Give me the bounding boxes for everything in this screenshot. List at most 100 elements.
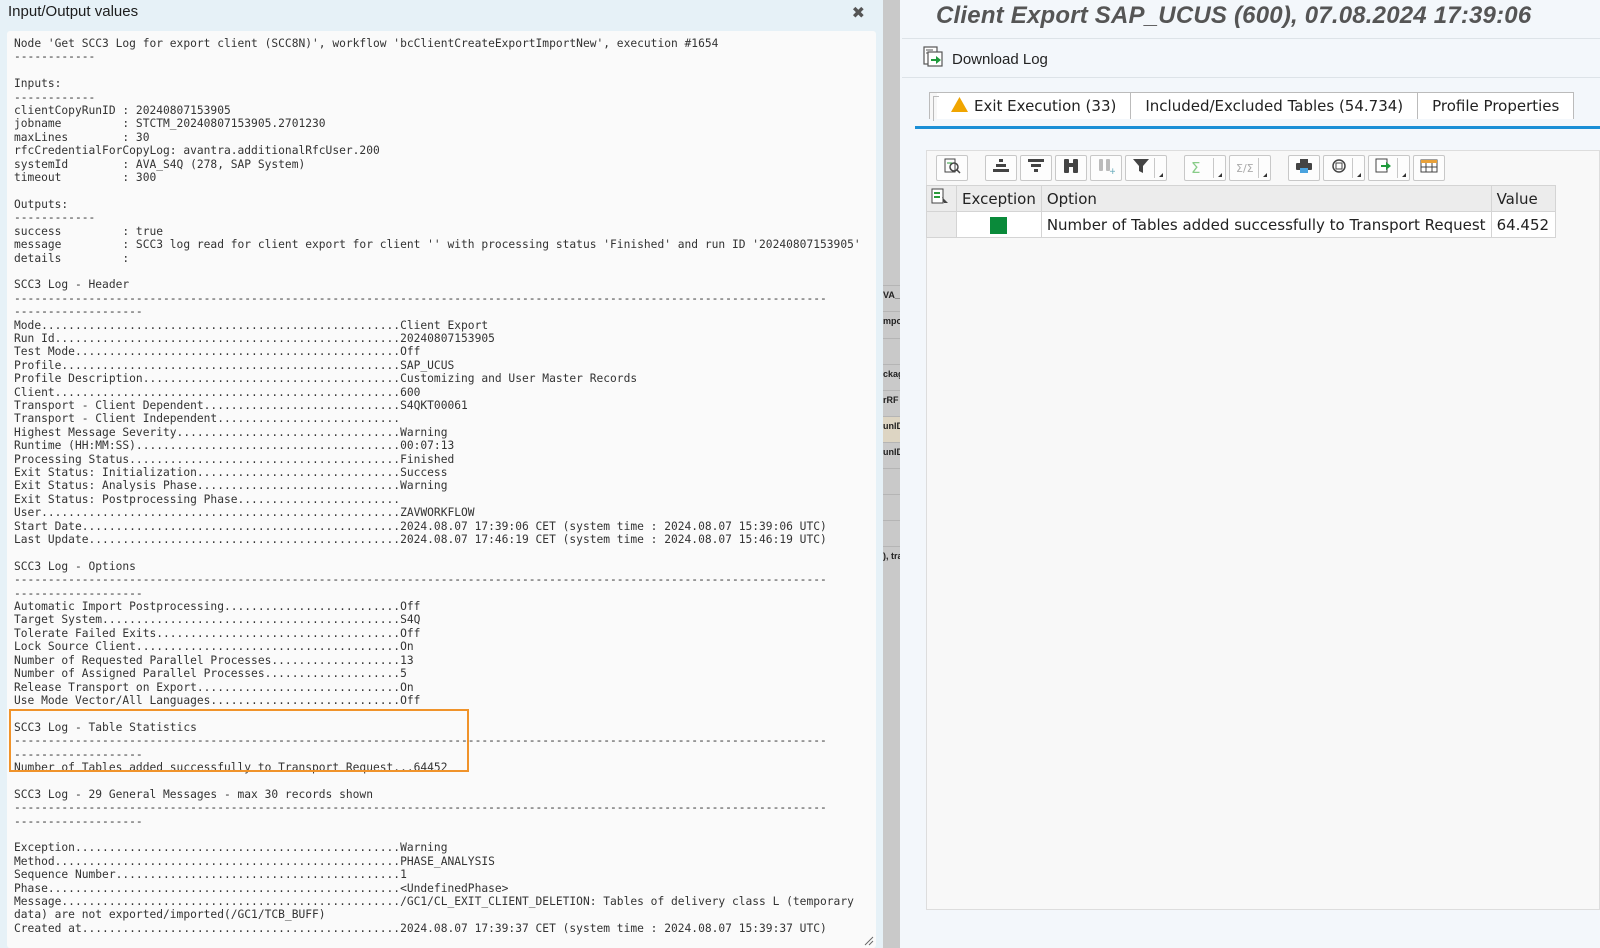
log-line: ------------------- — [14, 814, 143, 828]
tab-stack-icon[interactable] — [929, 92, 939, 121]
exception-cell — [956, 211, 1042, 238]
green-status-icon — [990, 216, 1008, 234]
log-line: jobname : STCTM_20240807153905.2701230 — [14, 117, 326, 131]
tab-label: Profile Properties — [1432, 97, 1560, 115]
tab-included-excluded-tables[interactable]: Included/Excluded Tables (54.734) — [1130, 92, 1419, 119]
column-header-exception[interactable]: Exception — [956, 185, 1042, 212]
log-line: Tolerate Failed Exits...................… — [14, 626, 421, 640]
log-line: ------------------- — [14, 305, 143, 319]
value-cell: 64.452 — [1490, 211, 1556, 238]
table-row[interactable]: Number of Tables added successfully to T… — [926, 211, 1556, 238]
log-line: Lock Source Client......................… — [14, 640, 414, 654]
log-line: Node 'Get SCC3 Log for export client (SC… — [14, 37, 719, 50]
log-line: ------------ — [14, 50, 96, 64]
log-line: Transport - Client Dependent............… — [14, 398, 468, 412]
view-button[interactable] — [1323, 155, 1365, 181]
background-row-fragment: rRF — [883, 390, 900, 416]
layout-button[interactable] — [1413, 155, 1445, 181]
log-line: Runtime (HH:MM:SS)......................… — [14, 439, 455, 453]
log-line: rfcCredentialForCopyLog: avantra.additio… — [14, 144, 380, 158]
log-line: ------------------- — [14, 747, 143, 761]
find-button[interactable] — [1055, 155, 1087, 181]
background-row-fragment — [883, 468, 900, 494]
background-row-fragment: mpo — [883, 311, 900, 337]
log-line: Processing Status.......................… — [14, 452, 455, 466]
log-line: User....................................… — [14, 506, 475, 520]
tab-label: Included/Excluded Tables (54.734) — [1145, 97, 1404, 115]
tab-exit-execution[interactable]: Exit Execution (33) — [936, 92, 1132, 119]
log-text-area[interactable]: Node 'Get SCC3 Log for export client (SC… — [7, 31, 876, 948]
log-line: message : SCC3 log read for client expor… — [14, 238, 861, 252]
sort-ascending-button[interactable] — [985, 155, 1017, 181]
log-line: Number of Assigned Parallel Processes...… — [14, 667, 407, 681]
details-icon — [943, 157, 961, 179]
log-line: Number of Requested Parallel Processes..… — [14, 653, 414, 667]
sum-button[interactable]: Σ — [1184, 155, 1226, 181]
view-icon — [1330, 158, 1348, 178]
log-line: Profile Description.....................… — [14, 372, 638, 386]
filter-button[interactable] — [1125, 155, 1167, 181]
print-icon — [1295, 158, 1313, 178]
log-line: SCC3 Log - Header — [14, 278, 130, 292]
column-header-option[interactable]: Option — [1040, 185, 1492, 212]
filter-icon — [1132, 158, 1150, 178]
resize-handle-icon[interactable] — [864, 936, 874, 946]
download-log-button[interactable]: Download Log — [922, 46, 1048, 72]
active-tab-indicator — [915, 126, 1600, 129]
print-button[interactable] — [1288, 155, 1320, 181]
dropdown-caret-icon — [1402, 173, 1406, 177]
select-all-button[interactable] — [926, 185, 957, 212]
export-button[interactable] — [1368, 155, 1410, 181]
log-line: clientCopyRunID : 20240807153905 — [14, 104, 231, 118]
tab-label: Exit Execution (33) — [974, 97, 1117, 115]
sort-descending-button[interactable] — [1020, 155, 1052, 181]
subtotal-button[interactable]: Σ/Σ — [1229, 155, 1271, 181]
log-line: details : — [14, 251, 130, 265]
background-row-fragment: ckag — [883, 364, 900, 390]
row-selector[interactable] — [926, 211, 957, 238]
divider — [902, 38, 1600, 39]
details-button[interactable] — [936, 155, 968, 181]
log-line: ----------------------------------------… — [14, 573, 827, 587]
input-output-dialog: Input/Output values ✖ Node 'Get SCC3 Log… — [0, 0, 883, 948]
log-line: Exit Status: Postprocessing Phase.......… — [14, 492, 401, 506]
grid-header-row: Exception Option Value — [926, 185, 1556, 212]
log-line: Profile.................................… — [14, 358, 455, 372]
tab-profile-properties[interactable]: Profile Properties — [1417, 92, 1575, 119]
log-line: Run Id..................................… — [14, 331, 495, 345]
background-row-fragment — [883, 520, 900, 546]
column-header-value[interactable]: Value — [1490, 185, 1556, 212]
log-line: ------------------- — [14, 586, 143, 600]
export-icon — [1375, 158, 1393, 178]
log-line: ------------ — [14, 211, 96, 225]
background-row-fragment — [883, 494, 900, 520]
log-line: timeout : 300 — [14, 171, 157, 185]
alv-grid-panel — [926, 150, 1600, 910]
log-line: Message.................................… — [14, 895, 854, 908]
download-icon — [922, 46, 946, 72]
layout-icon — [1420, 158, 1438, 178]
close-icon[interactable]: ✖ — [852, 3, 865, 22]
sap-log-window: Client Export SAP_UCUS (600), 07.08.2024… — [902, 0, 1600, 948]
log-line: Transport - Client Independent..........… — [14, 412, 401, 426]
log-line: Use Mode Vector/All Languages...........… — [14, 693, 421, 707]
sort-descending-icon — [1027, 158, 1045, 178]
warning-icon — [951, 96, 968, 116]
log-line: ----------------------------------------… — [14, 801, 827, 815]
log-line: ------------ — [14, 90, 96, 104]
subtotal-icon: Σ/Σ — [1236, 161, 1254, 175]
background-row-fragment: VA_S — [883, 285, 900, 311]
dropdown-caret-icon — [1218, 173, 1222, 177]
log-content: Node 'Get SCC3 Log for export client (SC… — [14, 37, 861, 935]
svg-text:+: + — [1109, 167, 1115, 174]
sort-ascending-icon — [992, 158, 1010, 178]
background-row-fragment — [883, 338, 900, 364]
dropdown-caret-icon — [1263, 173, 1267, 177]
find-next-button[interactable]: + — [1090, 155, 1122, 181]
log-line: SCC3 Log - Options — [14, 559, 136, 573]
